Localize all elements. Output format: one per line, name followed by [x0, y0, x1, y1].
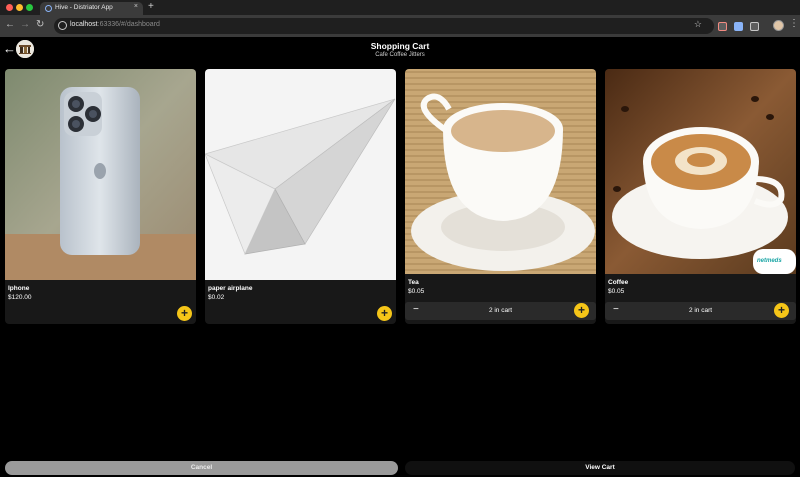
cancel-button[interactable]: Cancel	[5, 461, 398, 475]
product-name: Iphone	[8, 285, 30, 292]
product-card[interactable]: paper airplane $0.02 +	[205, 69, 396, 324]
browser-back-icon[interactable]: ←	[5, 19, 15, 31]
add-to-cart-button[interactable]: +	[377, 306, 392, 321]
address-url: localhost:63336/#/dashboard	[70, 21, 160, 28]
browser-menu-icon[interactable]: ⋮	[789, 18, 799, 30]
back-arrow-icon[interactable]: ←	[3, 41, 16, 57]
product-image-paper-airplane	[205, 69, 396, 280]
window-close-dot[interactable]	[6, 4, 13, 11]
extensions-puzzle-icon[interactable]	[750, 22, 759, 31]
increase-quantity-button[interactable]: +	[574, 303, 589, 318]
product-price: $0.05	[608, 288, 625, 295]
product-name: paper airplane	[208, 285, 253, 292]
product-name: Coffee	[608, 279, 629, 286]
page-title: Shopping Cart	[370, 41, 430, 51]
tab-close-icon[interactable]: ×	[134, 3, 138, 10]
product-name: Tea	[408, 279, 419, 286]
in-cart-count: 2 in cart	[488, 307, 513, 314]
add-to-cart-button[interactable]: +	[177, 306, 192, 321]
store-logo[interactable]	[16, 40, 34, 58]
window-minimize-dot[interactable]	[16, 4, 23, 11]
product-image-iphone	[5, 69, 196, 280]
netmeds-watermark: netmeds	[757, 258, 782, 264]
url-path: :63336/#/dashboard	[97, 21, 160, 28]
bookmark-star-icon[interactable]: ☆	[694, 19, 702, 30]
product-price: $120.00	[8, 294, 32, 301]
extension-icon[interactable]	[734, 22, 743, 31]
product-price: $0.05	[408, 288, 425, 295]
browser-forward-icon[interactable]: →	[20, 19, 30, 31]
in-cart-count: 2 in cart	[688, 307, 713, 314]
product-image-coffee: netmeds	[605, 69, 796, 274]
browser-reload-icon[interactable]: ↻	[36, 19, 44, 31]
store-name: Cafe Coffee Jitters	[375, 52, 425, 58]
product-card[interactable]: Iphone $120.00 +	[5, 69, 196, 324]
window-maximize-dot[interactable]	[26, 4, 33, 11]
product-card[interactable]: netmeds Coffee $0.05 − 2 in cart +	[605, 69, 796, 324]
product-price: $0.02	[208, 294, 225, 301]
browser-tab-bar: Hive - Distriator App × +	[0, 0, 800, 15]
product-card[interactable]: Tea $0.05 − 2 in cart +	[405, 69, 596, 324]
extension-icon[interactable]	[718, 22, 727, 31]
url-host: localhost	[70, 21, 98, 28]
view-cart-button[interactable]: View Cart	[405, 461, 795, 475]
site-info-icon[interactable]	[58, 21, 67, 30]
quantity-stepper: − 2 in cart +	[605, 302, 796, 320]
tab-favicon-icon	[45, 5, 52, 12]
browser-tab[interactable]: Hive - Distriator App ×	[40, 2, 143, 15]
app-header: Shopping Cart Cafe Coffee Jitters ←	[0, 37, 800, 64]
product-image-tea	[405, 69, 596, 274]
increase-quantity-button[interactable]: +	[774, 303, 789, 318]
address-bar[interactable]: localhost:63336/#/dashboard ☆	[54, 18, 714, 34]
browser-toolbar: ← → ↻ localhost:63336/#/dashboard ☆ ⋮	[0, 15, 800, 37]
profile-avatar[interactable]	[773, 20, 784, 31]
tab-title: Hive - Distriator App	[55, 4, 113, 11]
quantity-stepper: − 2 in cart +	[405, 302, 596, 320]
new-tab-button[interactable]: +	[148, 1, 154, 13]
